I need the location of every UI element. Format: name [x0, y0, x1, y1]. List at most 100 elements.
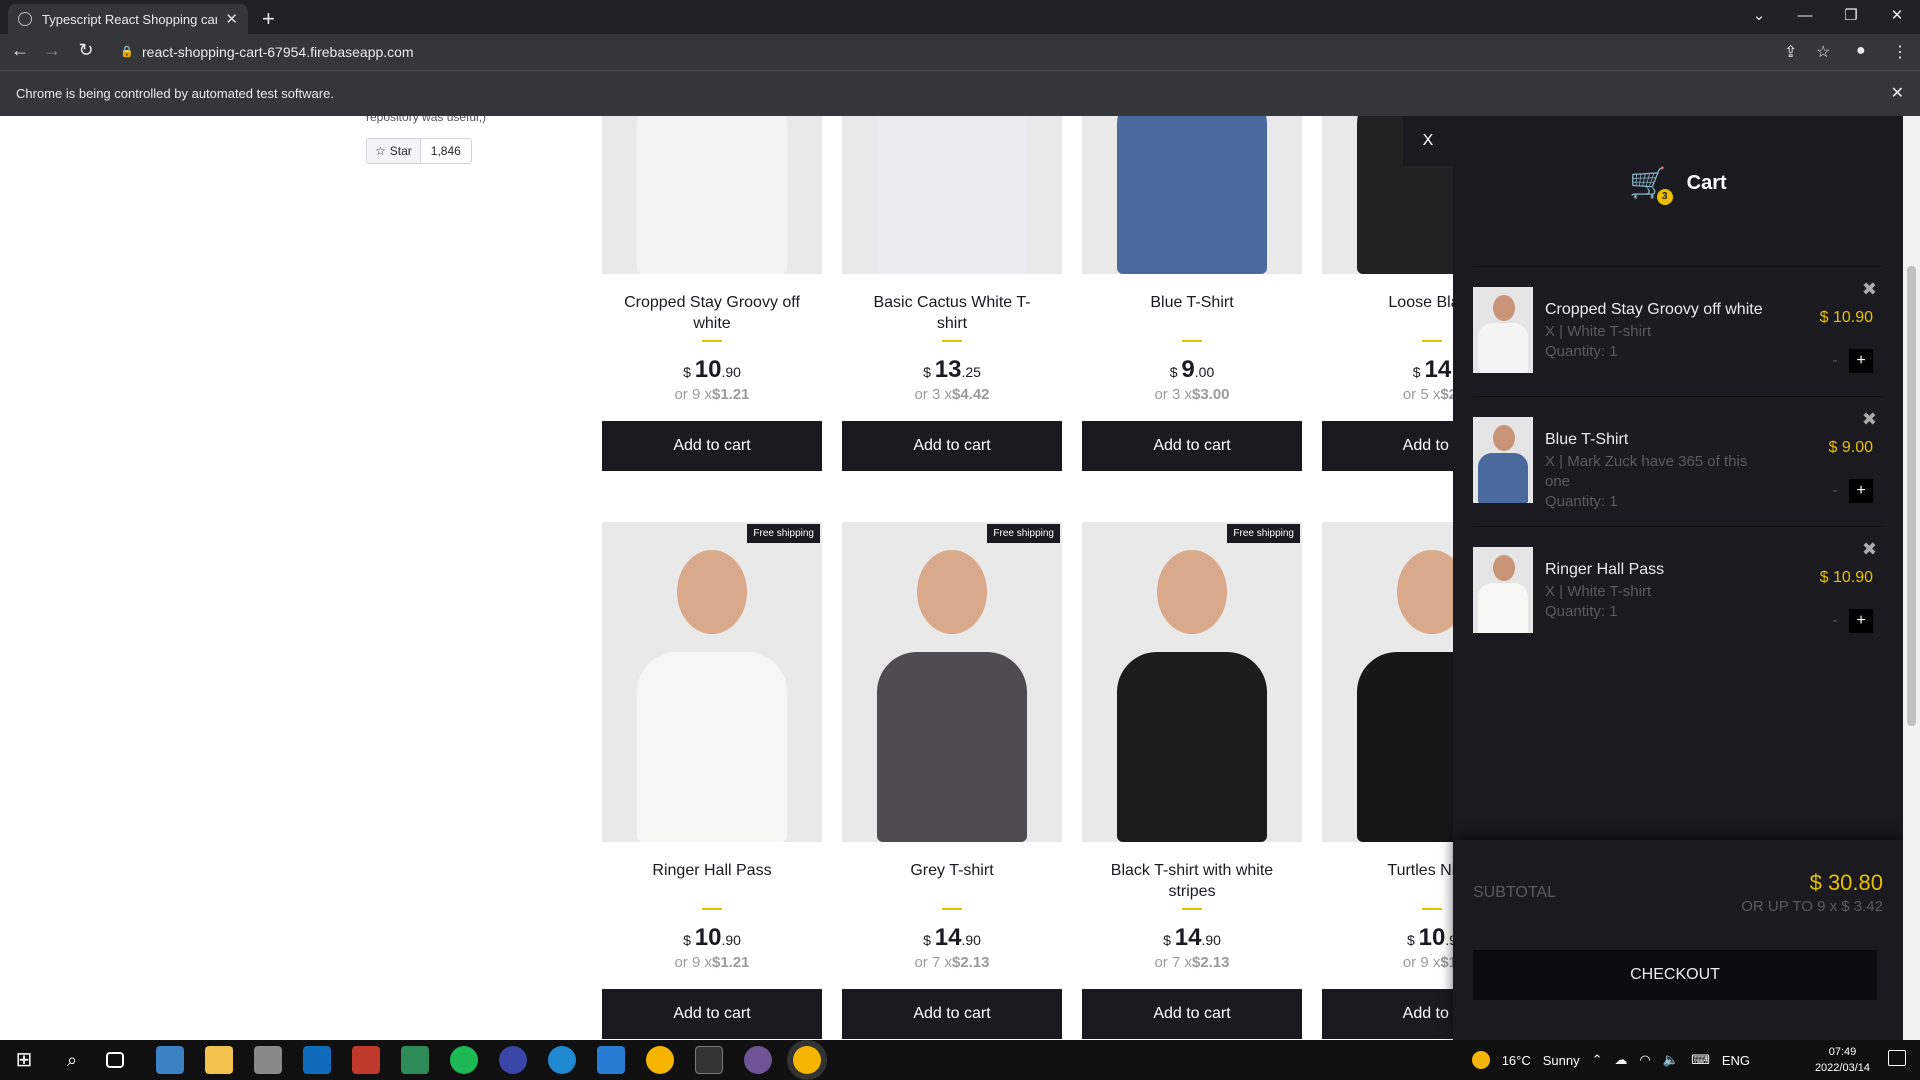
notifications-icon[interactable] [1888, 1050, 1906, 1066]
minimize-icon[interactable]: — [1782, 4, 1828, 28]
browser-tab[interactable]: Typescript React Shopping cart ✕ [8, 4, 248, 34]
tab-close-icon[interactable]: ✕ [225, 10, 238, 28]
tab-search-icon[interactable]: ⌄ [1736, 4, 1782, 28]
increase-quantity-button[interactable]: + [1849, 349, 1873, 373]
product-image[interactable] [842, 116, 1062, 274]
restore-icon[interactable]: ❐ [1828, 4, 1874, 28]
add-to-cart-button[interactable]: Add to cart [842, 421, 1062, 471]
start-icon[interactable]: ⊞ [10, 1046, 38, 1074]
back-icon[interactable]: ← [8, 40, 32, 61]
product-price: $ 14.90 [1082, 924, 1302, 952]
address-bar[interactable]: 🔒 react-shopping-cart-67954.firebaseapp.… [108, 38, 1788, 66]
wifi-icon[interactable]: ◠ [1640, 1052, 1651, 1068]
profile-icon[interactable]: ● [1856, 42, 1866, 60]
clock-time: 07:49 [1828, 1046, 1857, 1058]
forward-icon[interactable]: → [40, 40, 64, 61]
checkout-button[interactable]: CHECKOUT [1473, 950, 1877, 1000]
cart-close-button[interactable]: X [1403, 116, 1453, 166]
product-name: Cropped Stay Groovy off white [624, 294, 800, 332]
cart-item-description: X | Mark Zuck have 365 of this one [1545, 453, 1748, 490]
add-to-cart-button[interactable]: Add to cart [602, 989, 822, 1039]
search-icon[interactable]: ⌕ [58, 1046, 86, 1074]
product-image[interactable]: Free shipping [842, 522, 1062, 842]
page-scrollbar[interactable] [1903, 116, 1920, 1040]
keyboard-icon[interactable]: ⌨ [1691, 1052, 1710, 1068]
calculator-icon[interactable] [156, 1046, 184, 1074]
cloud-icon[interactable]: ☁ [1615, 1052, 1628, 1068]
product-card: Free shipping Grey T-shirt $ 14.90 or 7 … [842, 522, 1062, 1039]
remove-item-icon[interactable]: ✖ [1862, 539, 1877, 560]
clock[interactable]: 07:49 2022/03/14 [1815, 1044, 1870, 1076]
sun-icon [1471, 1051, 1490, 1069]
product-image[interactable]: Free shipping [1082, 522, 1302, 842]
task-view-icon[interactable] [106, 1052, 124, 1068]
app-icon[interactable] [254, 1046, 282, 1074]
price-currency: $ [683, 932, 691, 948]
terminal-icon[interactable] [695, 1046, 723, 1074]
decrease-quantity-button[interactable]: - [1823, 479, 1847, 503]
share-icon[interactable]: ⇪ [1784, 42, 1797, 62]
add-to-cart-button[interactable]: Add to cart [842, 989, 1062, 1039]
automation-infobar: Chrome is being controlled by automated … [0, 70, 1920, 116]
price-int: 10 [694, 356, 722, 383]
cart-panel: 🛒 3 Cart ✖ Cropped Stay Groovy off white … [1453, 116, 1903, 1040]
price-dec: .00 [1194, 364, 1215, 380]
decrease-quantity-button[interactable]: - [1823, 609, 1847, 633]
spotify-icon[interactable] [450, 1046, 478, 1074]
decrease-quantity-button[interactable]: - [1823, 349, 1847, 373]
installments: or 9 x$1.21 [602, 954, 822, 971]
volume-icon[interactable]: 🔈 [1663, 1052, 1679, 1068]
bookmark-star-icon[interactable]: ☆ [1816, 42, 1830, 62]
github-desktop-icon[interactable] [744, 1046, 772, 1074]
model-head [677, 550, 747, 634]
installments: or 3 x$4.42 [842, 386, 1062, 403]
show-hidden-icons-icon[interactable]: ⌃ [1592, 1052, 1603, 1068]
shirt-shape [1478, 583, 1528, 633]
page-favicon-icon [18, 12, 32, 26]
installments: or 3 x$3.00 [1082, 386, 1302, 403]
notepad-icon[interactable] [401, 1046, 429, 1074]
increase-quantity-button[interactable]: + [1849, 609, 1873, 633]
chrome-active-icon[interactable] [793, 1046, 821, 1074]
chrome-icon[interactable] [646, 1046, 674, 1074]
app-icon[interactable] [499, 1046, 527, 1074]
product-image[interactable]: Free shipping [602, 522, 822, 842]
scrollbar-thumb[interactable] [1907, 266, 1916, 726]
star-count[interactable]: 1,846 [420, 138, 472, 164]
github-star-button[interactable]: ☆ Star [366, 138, 421, 164]
vscode-icon[interactable] [597, 1046, 625, 1074]
media-app-icon[interactable] [352, 1046, 380, 1074]
title-underline [942, 340, 962, 342]
add-to-cart-button[interactable]: Add to cart [1082, 421, 1302, 471]
edge-icon[interactable] [548, 1046, 576, 1074]
title-underline [702, 340, 722, 342]
price-int: 10 [1418, 924, 1446, 951]
price-dec: .90 [961, 932, 981, 948]
outlook-icon[interactable] [303, 1046, 331, 1074]
reload-icon[interactable]: ↻ [74, 40, 98, 61]
remove-item-icon[interactable]: ✖ [1862, 409, 1877, 430]
add-to-cart-button[interactable]: Add to cart [602, 421, 822, 471]
product-image[interactable] [1082, 116, 1302, 274]
new-tab-icon[interactable]: + [262, 6, 275, 32]
infobar-close-icon[interactable]: ✕ [1891, 71, 1904, 117]
window-close-icon[interactable]: ✕ [1874, 4, 1920, 28]
product-image[interactable] [602, 116, 822, 274]
temperature[interactable]: 16°C [1502, 1053, 1531, 1068]
model-head [1493, 555, 1515, 581]
cart-header: 🛒 3 Cart [1453, 166, 1903, 205]
title-underline [1422, 908, 1442, 910]
product-name: Ringer Hall Pass [652, 862, 772, 879]
file-explorer-icon[interactable] [205, 1046, 233, 1074]
price-dec: .90 [721, 932, 741, 948]
add-to-cart-button[interactable]: Add to cart [1082, 989, 1302, 1039]
increase-quantity-button[interactable]: + [1849, 479, 1873, 503]
language-indicator[interactable]: ENG [1722, 1053, 1750, 1068]
star-label: Star [389, 144, 412, 158]
installments: or 7 x$2.13 [842, 954, 1062, 971]
cart-title: Cart [1686, 172, 1727, 194]
price-int: 14 [1424, 356, 1452, 383]
menu-icon[interactable]: ⋮ [1892, 42, 1908, 62]
remove-item-icon[interactable]: ✖ [1862, 279, 1877, 300]
weather-text[interactable]: Sunny [1543, 1053, 1580, 1068]
